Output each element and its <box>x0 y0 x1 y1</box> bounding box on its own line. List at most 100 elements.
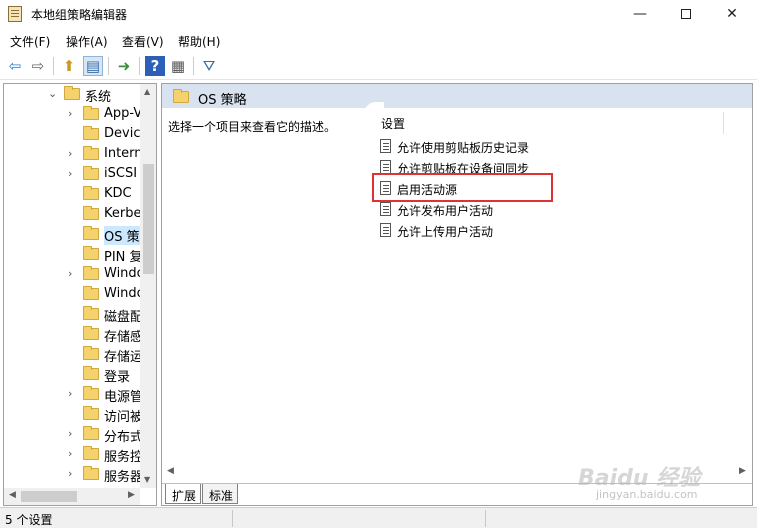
chevron-right-icon[interactable]: › <box>68 427 72 440</box>
folder-icon <box>83 446 99 460</box>
tree-item-label: Kerbe <box>104 206 142 221</box>
settings-column-header[interactable]: 设置 <box>381 115 405 132</box>
setting-item[interactable]: 允许上传用户活动 <box>380 220 580 240</box>
tree-item[interactable]: › 服务器 <box>4 464 144 485</box>
menu-help[interactable]: 帮助(H) <box>178 33 220 50</box>
properties-icon[interactable]: ▦ <box>168 56 188 76</box>
folder-icon <box>83 386 99 400</box>
setting-item[interactable]: 允许使用剪贴板历史记录 <box>380 136 580 156</box>
folder-icon <box>83 286 99 300</box>
tree-item-label: 登录 <box>104 370 131 385</box>
scrollbar-thumb[interactable] <box>143 164 154 274</box>
chevron-right-icon[interactable]: › <box>68 447 72 460</box>
folder-icon <box>83 406 99 420</box>
tab-standard[interactable]: 标准 <box>202 484 239 504</box>
tree-item[interactable]: KDC <box>4 184 140 204</box>
red-highlight-box <box>372 173 553 202</box>
tree-item[interactable]: › App-V <box>4 104 143 124</box>
tree-item[interactable]: 访问被 <box>4 404 144 425</box>
close-button[interactable]: ✕ <box>709 0 755 28</box>
export-list-icon[interactable]: ➜ <box>114 56 134 76</box>
up-folder-icon[interactable]: ⬆ <box>59 56 79 76</box>
toolbar-separator <box>193 57 194 75</box>
status-text: 5 个设置 <box>5 513 53 527</box>
minimize-button[interactable]: — <box>617 0 663 28</box>
tree-item-label: 存储运 <box>104 350 144 365</box>
forward-arrow-icon[interactable]: ⇨ <box>28 56 48 76</box>
folder-icon <box>83 426 99 440</box>
tree-item-label: PIN 复 <box>104 250 143 265</box>
window-title: 本地组策略编辑器 <box>31 8 128 22</box>
setting-label: 允许上传用户活动 <box>397 225 494 239</box>
tree-item[interactable]: 磁盘配 <box>4 304 143 325</box>
tree-vertical-scrollbar[interactable]: ▲ ▼ <box>140 84 156 488</box>
tree-item[interactable]: › Interne <box>4 144 151 164</box>
folder-icon <box>83 366 99 380</box>
chevron-right-icon[interactable]: › <box>68 107 72 120</box>
tree-item-label: KDC <box>104 186 132 201</box>
show-tree-icon[interactable]: ▤ <box>83 56 103 76</box>
tree-item[interactable]: › 电源管 <box>4 384 143 405</box>
policy-setting-icon <box>380 139 391 153</box>
details-header: OS 策略 <box>162 84 752 108</box>
description-text: 选择一个项目来查看它的描述。 <box>168 120 337 134</box>
chevron-right-icon[interactable]: › <box>68 267 72 280</box>
folder-icon <box>83 166 99 180</box>
scroll-left-icon[interactable]: ◀ <box>9 490 16 500</box>
tree-pane[interactable]: ⌄ 系统 › App-V Device › Interne › iSCSI KD… <box>3 83 157 506</box>
menu-view[interactable]: 查看(V) <box>122 33 164 50</box>
scroll-right-icon[interactable]: ▶ <box>128 490 135 500</box>
tree-item[interactable]: › iSCSI <box>4 164 140 184</box>
tree-item[interactable]: Device <box>4 124 148 144</box>
scroll-down-icon[interactable]: ▼ <box>144 475 150 484</box>
tree-item-label: 服务控 <box>104 450 144 465</box>
tree-item[interactable]: 存储运 <box>4 344 144 365</box>
policy-setting-icon <box>380 223 391 237</box>
tree-item[interactable]: › 分布式 <box>4 424 144 445</box>
help-icon[interactable]: ? <box>145 56 165 76</box>
tree-item[interactable]: › 服务控 <box>4 444 144 465</box>
chevron-right-icon[interactable]: › <box>68 467 72 480</box>
tree-item[interactable]: Kerbe <box>4 204 142 224</box>
folder-icon <box>83 466 99 480</box>
column-divider[interactable] <box>723 112 724 134</box>
toolbar-separator <box>53 57 54 75</box>
tree-item[interactable]: 存储感 <box>4 324 143 345</box>
scroll-up-icon[interactable]: ▲ <box>144 87 150 96</box>
chevron-down-icon[interactable]: ⌄ <box>48 87 57 100</box>
chevron-right-icon[interactable]: › <box>68 387 72 400</box>
filter-icon[interactable]: ⛛ <box>199 56 219 76</box>
tree-item-label: 分布式 <box>104 430 144 445</box>
back-arrow-icon[interactable]: ⇦ <box>5 56 25 76</box>
toolbar-separator <box>139 57 140 75</box>
maximize-button[interactable] <box>663 0 709 28</box>
tree-item[interactable]: 登录 <box>4 364 140 385</box>
status-separator <box>232 510 233 527</box>
tree-item-system[interactable]: ⌄ 系统 <box>4 84 140 105</box>
chevron-right-icon[interactable]: › <box>68 147 72 160</box>
menu-file[interactable]: 文件(F) <box>10 33 50 50</box>
scroll-left-icon[interactable]: ◀ <box>167 466 174 476</box>
policy-setting-icon <box>380 160 391 174</box>
setting-label: 允许发布用户活动 <box>397 204 494 218</box>
maximize-icon <box>681 9 691 19</box>
folder-icon <box>83 106 99 120</box>
tree-item-label: 访问被 <box>104 410 144 425</box>
tree-horizontal-scrollbar[interactable]: ◀ ▶ <box>4 488 140 505</box>
tree-item[interactable]: Windo <box>4 284 145 304</box>
scrollbar-thumb[interactable] <box>21 491 77 502</box>
toolbar: ⇦ ⇨ ⬆ ▤ ➜ ? ▦ ⛛ <box>0 52 757 80</box>
tree-item-os-policy-selected[interactable]: OS 策 <box>4 224 140 245</box>
scroll-right-icon[interactable]: ▶ <box>739 466 746 476</box>
setting-item[interactable]: 允许发布用户活动 <box>380 199 580 219</box>
menu-bar: 文件(F) 操作(A) 查看(V) 帮助(H) <box>0 28 757 52</box>
tab-extended[interactable]: 扩展 <box>165 484 202 504</box>
chevron-right-icon[interactable]: › <box>68 167 72 180</box>
menu-action[interactable]: 操作(A) <box>66 33 108 50</box>
tree-item-label: 服务器 <box>104 470 144 485</box>
tree-item-label: App-V <box>104 106 143 121</box>
details-title: OS 策略 <box>198 93 247 108</box>
folder-icon <box>83 126 99 140</box>
tree-item[interactable]: PIN 复 <box>4 244 143 265</box>
tree-item[interactable]: › Windo <box>4 264 145 284</box>
